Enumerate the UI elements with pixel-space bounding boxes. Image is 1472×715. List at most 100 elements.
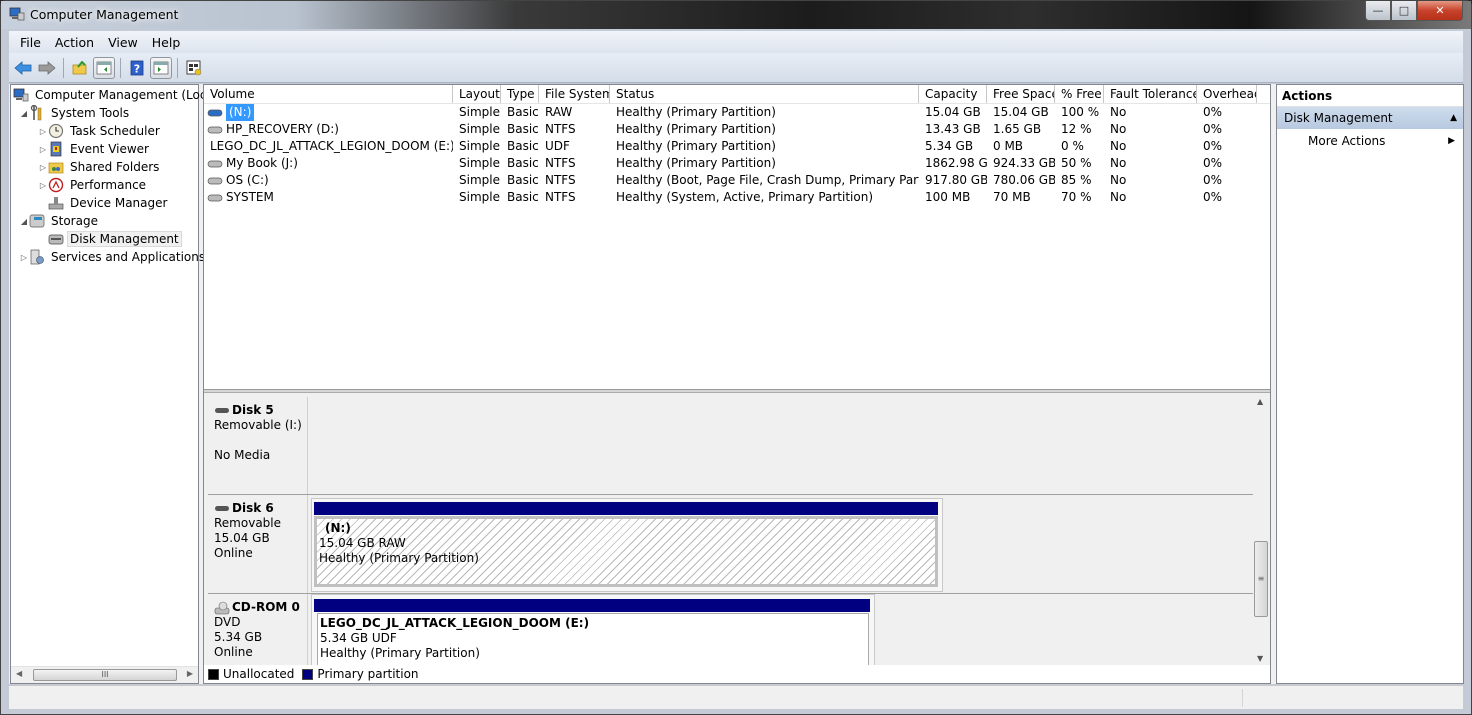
tree-item-services-and-applications[interactable]: ▷ Services and Applications — [19, 248, 208, 266]
expand-triangle-icon[interactable]: ▷ — [38, 163, 48, 172]
column-header[interactable]: Volume — [204, 85, 453, 103]
maximize-button[interactable]: □ — [1391, 1, 1417, 21]
scrollbar-thumb[interactable]: III — [33, 669, 177, 681]
table-row[interactable]: LEGO_DC_JL_ATTACK_LEGION_DOOM (E:) Simple… — [204, 138, 1270, 155]
tree-item-system-tools[interactable]: ◢ System Tools — [19, 104, 132, 122]
tree-item-task-scheduler[interactable]: ▷ Task Scheduler — [38, 122, 163, 140]
column-header[interactable]: File System — [539, 85, 610, 103]
column-header[interactable]: Free Space — [987, 85, 1055, 103]
disk-row-cd-rom-0[interactable]: CD-ROM 0 DVD 5.34 GB Online LEGO_DC_JL_A… — [208, 594, 1253, 665]
tree-horizontal-scrollbar[interactable]: ◀ III ▶ — [11, 666, 198, 683]
drive-icon — [207, 194, 223, 201]
toolbar: ? — [9, 53, 1463, 83]
disk-row-disk-6[interactable]: Disk 6 Removable 15.04 GB Online (N:) 15… — [208, 495, 1253, 594]
tree-label: Performance — [70, 178, 147, 192]
column-header[interactable]: Status — [610, 85, 919, 103]
expand-triangle-icon[interactable]: ▷ — [38, 181, 48, 190]
table-row[interactable]: (N:) Simple Basic RAW Healthy (Primary Parti… — [204, 104, 1270, 121]
tree-item-performance[interactable]: ▷ Performance — [38, 176, 149, 194]
disk-status: No Media — [214, 448, 271, 462]
scroll-up-icon[interactable]: ▲ — [1257, 397, 1263, 406]
expand-triangle-icon[interactable]: ▷ — [38, 145, 48, 154]
menu-file[interactable]: File — [13, 35, 48, 50]
partition-size: 5.34 GB UDF — [320, 631, 397, 645]
tree-item-storage[interactable]: ◢ Storage — [19, 212, 101, 230]
table-cell: Simple — [459, 190, 500, 204]
column-header[interactable]: Layout — [453, 85, 501, 103]
forward-arrow-icon — [38, 60, 56, 75]
table-cell: Simple — [459, 156, 500, 170]
partition-label: LEGO_DC_JL_ATTACK_LEGION_DOOM (E:) — [320, 616, 590, 630]
table-cell: 0% — [1203, 190, 1223, 204]
tree-item-disk-management[interactable]: Disk Management — [48, 230, 182, 248]
expand-triangle-icon[interactable]: ▷ — [38, 127, 48, 136]
column-header[interactable]: Overhead — [1197, 85, 1257, 103]
menu-bar: File Action View Help — [9, 31, 1463, 53]
volume-name: (N:) — [226, 104, 255, 121]
table-row[interactable]: OS (C:) Simple Basic NTFS Healthy (Boot, Pag… — [204, 172, 1270, 189]
disk-label[interactable]: CD-ROM 0 DVD 5.34 GB Online — [208, 594, 308, 665]
scroll-right-icon[interactable]: ▶ — [187, 669, 193, 678]
disk-row-disk-5[interactable]: Disk 5 Removable (I:) No Media — [208, 397, 1253, 495]
status-bar — [9, 685, 1463, 709]
expand-triangle-icon[interactable]: ▷ — [19, 253, 29, 262]
table-row[interactable]: HP_RECOVERY (D:) Simple Basic NTFS Healthy (… — [204, 121, 1270, 138]
tree-label: System Tools — [51, 106, 130, 120]
table-cell: No — [1110, 156, 1127, 170]
partition-label: (N:) — [325, 521, 351, 535]
scrollbar-thumb[interactable]: ≡ — [1254, 541, 1268, 617]
table-cell: 917.80 GB — [925, 173, 987, 187]
properties-button[interactable] — [183, 57, 205, 79]
scroll-down-icon[interactable]: ▼ — [1257, 654, 1263, 663]
title-bar[interactable]: Computer Management — □ ✕ — [1, 1, 1471, 29]
partition-n[interactable]: (N:) 15.04 GB RAW Healthy (Primary Parti… — [311, 498, 943, 592]
table-cell: 85 % — [1061, 173, 1092, 187]
menu-help[interactable]: Help — [145, 35, 188, 50]
drive-icon — [207, 177, 223, 184]
disk-type: Removable (I:) — [214, 418, 302, 432]
tree-item-device-manager[interactable]: Device Manager — [48, 194, 170, 212]
close-button[interactable]: ✕ — [1417, 1, 1463, 21]
menu-view[interactable]: View — [101, 35, 145, 50]
tree-item-shared-folders[interactable]: ▷ Shared Folders — [38, 158, 162, 176]
table-row[interactable]: SYSTEM Simple Basic NTFS Healthy (System, Ac… — [204, 189, 1270, 206]
show-hide-action-pane-button[interactable] — [150, 56, 172, 79]
help-button[interactable]: ? — [126, 57, 148, 79]
disk-status: Online — [214, 645, 253, 659]
collapse-triangle-icon[interactable]: ◢ — [19, 109, 29, 118]
table-cell: 924.33 GB — [993, 156, 1055, 170]
up-one-level-button[interactable] — [69, 57, 91, 79]
menu-action[interactable]: Action — [48, 35, 101, 50]
primary-partition-swatch — [302, 668, 314, 680]
show-hide-console-tree-button[interactable] — [93, 56, 115, 79]
column-header[interactable]: Capacity — [919, 85, 987, 103]
volume-list: Volume Layout Type File System Status Capacit… — [204, 85, 1270, 389]
primary-partition-bar — [314, 599, 870, 612]
action-more-actions[interactable]: More Actions ▶ — [1277, 129, 1463, 153]
disk-type: Removable — [214, 516, 282, 530]
back-button[interactable] — [12, 57, 34, 79]
collapse-up-icon[interactable]: ▲ — [1450, 107, 1457, 129]
tree-item-computer-management[interactable]: Computer Management (Local — [13, 86, 220, 104]
device-manager-icon — [48, 195, 64, 211]
column-header[interactable]: % Free — [1055, 85, 1104, 103]
table-row[interactable]: My Book (J:) Simple Basic NTFS Healthy (Prim… — [204, 155, 1270, 172]
disk-label[interactable]: Disk 5 Removable (I:) No Media — [208, 397, 308, 494]
partition-e[interactable]: LEGO_DC_JL_ATTACK_LEGION_DOOM (E:) 5.34 … — [311, 594, 875, 665]
forward-button[interactable] — [36, 57, 58, 79]
table-cell: 5.34 GB — [925, 139, 974, 153]
table-cell: Healthy (Primary Partition) — [616, 105, 776, 119]
minimize-button[interactable]: — — [1365, 1, 1391, 21]
submenu-arrow-icon: ▶ — [1448, 136, 1455, 146]
disk-size: 15.04 GB — [214, 531, 270, 545]
collapse-triangle-icon[interactable]: ◢ — [19, 217, 29, 226]
column-header[interactable]: Type — [501, 85, 539, 103]
scroll-left-icon[interactable]: ◀ — [16, 669, 22, 678]
disk-view-vertical-scrollbar[interactable]: ▲ ≡ ▼ — [1253, 395, 1269, 665]
column-header[interactable]: Fault Tolerance — [1104, 85, 1197, 103]
tree-item-event-viewer[interactable]: ▷ Event Viewer — [38, 140, 152, 158]
actions-section-disk-management[interactable]: Disk Management ▲ — [1277, 107, 1463, 129]
disk-label[interactable]: Disk 6 Removable 15.04 GB Online — [208, 495, 308, 593]
table-cell: 0% — [1203, 156, 1223, 170]
table-cell: NTFS — [545, 173, 576, 187]
